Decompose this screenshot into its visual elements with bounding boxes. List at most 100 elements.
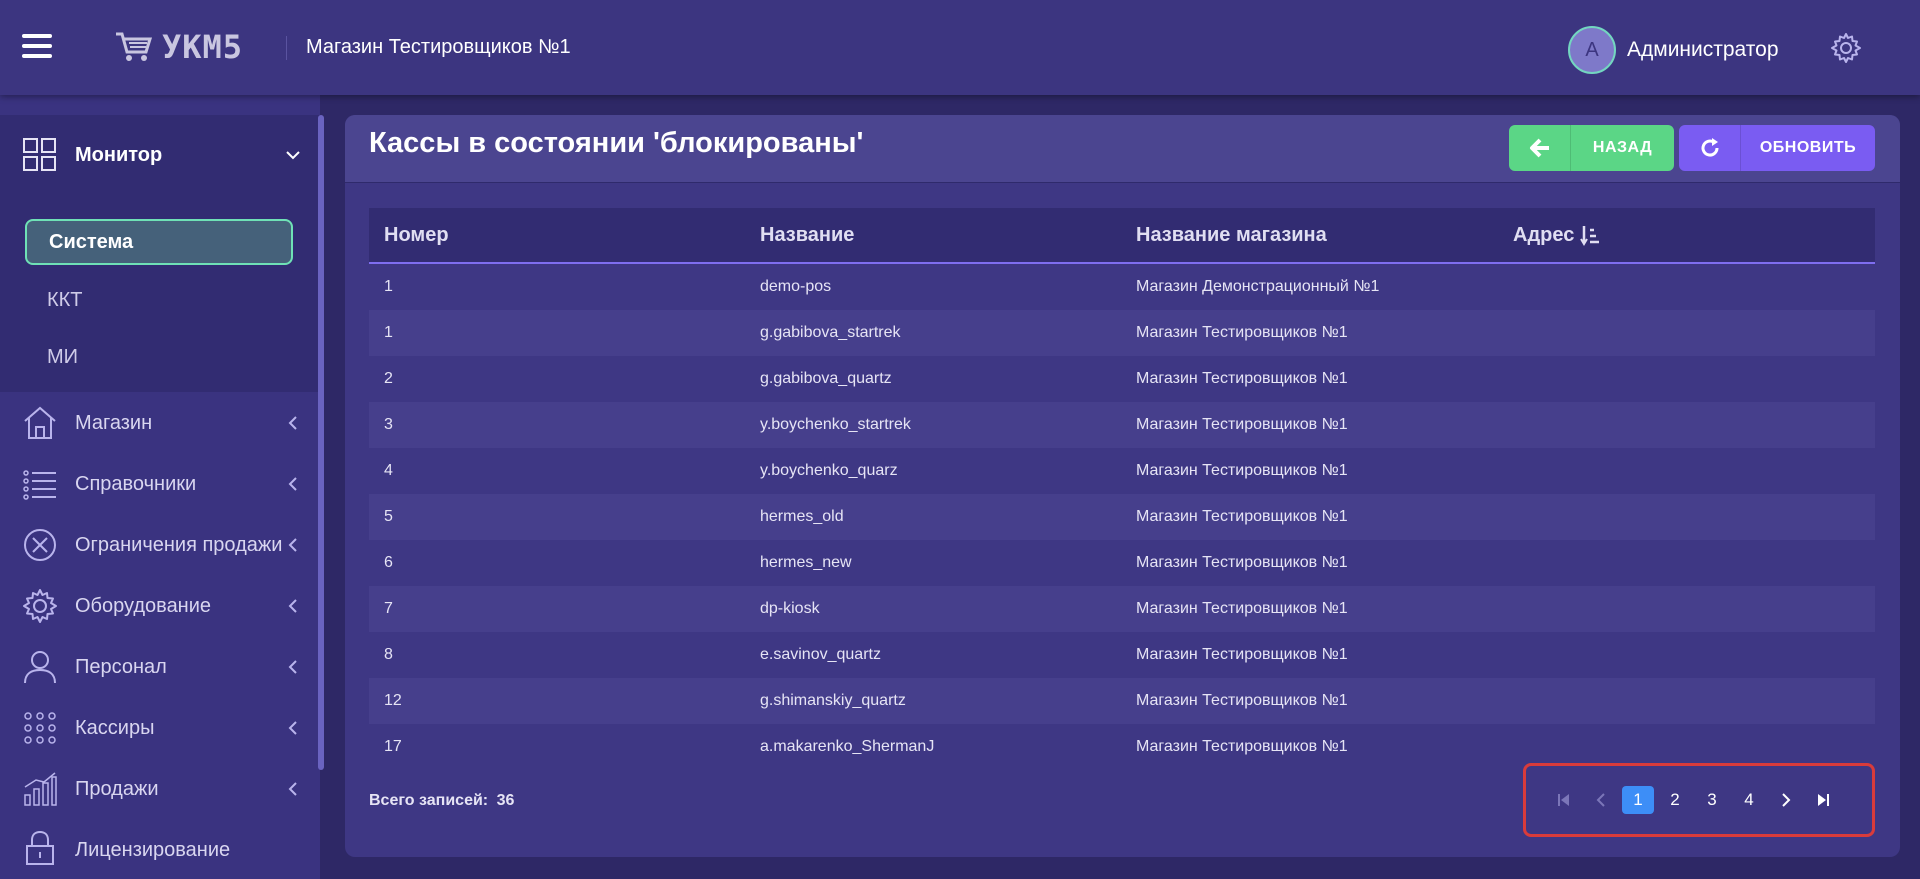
menu-toggle-icon[interactable] [22, 34, 52, 60]
chevron-down-icon [286, 151, 300, 160]
back-button[interactable]: НАЗАД [1509, 125, 1674, 171]
cell-store-name: Магазин Тестировщиков №1 [1136, 370, 1348, 387]
table-row[interactable]: 2 g.gabibova_quartz Магазин Тестировщиков … [369, 356, 1875, 402]
sidebar-item-cashiers[interactable]: Кассиры [0, 700, 320, 756]
user-name[interactable]: Администратор [1627, 38, 1779, 62]
sidebar-subitem-kkt[interactable]: ККТ [25, 277, 293, 323]
page-button-4[interactable]: 4 [1733, 786, 1765, 814]
sidebar-item-sales-restrictions[interactable]: Ограничения продажи [0, 517, 320, 573]
column-header-address[interactable]: Адрес [1498, 224, 1875, 247]
column-header-number[interactable]: Номер [369, 224, 745, 247]
dashboard-grid-icon [23, 138, 56, 171]
column-header-name[interactable]: Название [745, 224, 1121, 247]
lock-icon [26, 830, 54, 865]
chevron-left-icon [288, 477, 297, 491]
cell-number: 5 [384, 508, 393, 525]
chevron-left-icon [288, 721, 297, 735]
sidebar-item-label: Персонал [75, 655, 167, 678]
cell-number: 8 [384, 646, 393, 663]
sidebar-item-label: Справочники [75, 472, 197, 495]
chevron-left-icon [288, 660, 297, 674]
table-row[interactable]: 8 e.savinov_quartz Магазин Тестировщиков №… [369, 632, 1875, 678]
store-title: Магазин Тестировщиков №1 [306, 36, 571, 58]
arrow-left-icon [1509, 125, 1571, 171]
page-button-1[interactable]: 1 [1622, 786, 1654, 814]
cell-number: 7 [384, 600, 393, 617]
cell-number: 12 [384, 692, 402, 709]
sidebar-item-label: Оборудование [75, 594, 212, 617]
cell-name: g.gabibova_startrek [760, 324, 901, 341]
header-divider [286, 36, 287, 60]
table-row[interactable]: 7 dp-kiosk Магазин Тестировщиков №1 [369, 586, 1875, 632]
sidebar-item-licensing[interactable]: Лицензирование [0, 822, 320, 878]
sort-ascending-icon[interactable] [1580, 224, 1600, 246]
total-label: Всего записей: [369, 792, 489, 809]
sidebar-item-label: Кассиры [75, 716, 155, 739]
table-row[interactable]: 1 g.gabibova_startrek Магазин Тестировщико… [369, 310, 1875, 356]
main-panel: Кассы в состоянии 'блокированы' НАЗАД ОБ… [345, 115, 1900, 857]
page-button-2[interactable]: 2 [1659, 786, 1691, 814]
column-label: Название [760, 223, 855, 246]
sidebar-item-staff[interactable]: Персонал [0, 639, 320, 695]
page-title: Кассы в состоянии 'блокированы' [369, 127, 864, 159]
sidebar-item-label: Монитор [75, 143, 163, 166]
cell-store-name: Магазин Тестировщиков №1 [1136, 462, 1348, 479]
next-page-icon[interactable] [1770, 786, 1802, 814]
sidebar-item-equipment[interactable]: Оборудование [0, 578, 320, 634]
sidebar-item-label: Лицензирование [75, 838, 231, 861]
cell-number: 17 [384, 738, 402, 755]
app-logo[interactable]: УКМ5 [114, 28, 243, 66]
registers-table: Номер Название Название магазина Адрес 1… [369, 208, 1875, 770]
table-row[interactable]: 6 hermes_new Магазин Тестировщиков №1 [369, 540, 1875, 586]
cell-number: 4 [384, 462, 393, 479]
table-row[interactable]: 3 y.boychenko_startrek Магазин Тестировщик… [369, 402, 1875, 448]
column-header-store-name[interactable]: Название магазина [1121, 224, 1498, 247]
sidebar-item-directories[interactable]: Справочники [0, 456, 320, 512]
cell-number: 6 [384, 554, 393, 571]
cart-icon [116, 32, 153, 61]
refresh-button[interactable]: ОБНОВИТЬ [1679, 125, 1875, 171]
sidebar-item-label: Магазин [75, 411, 153, 434]
prev-page-icon[interactable] [1585, 786, 1617, 814]
sidebar-scrollbar[interactable] [318, 115, 324, 770]
cell-number: 2 [384, 370, 393, 387]
cell-name: e.savinov_quartz [760, 646, 881, 663]
sidebar-subitem-system[interactable]: Система [25, 219, 293, 265]
cell-store-name: Магазин Тестировщиков №1 [1136, 554, 1348, 571]
dots-grid-icon [24, 712, 56, 744]
cell-store-name: Магазин Тестировщиков №1 [1136, 324, 1348, 341]
column-label: Адрес [1513, 223, 1575, 246]
table-row[interactable]: 12 g.shimanskiy_quartz Магазин Тестировщик… [369, 678, 1875, 724]
restriction-icon [24, 529, 56, 561]
table-row[interactable]: 5 hermes_old Магазин Тестировщиков №1 [369, 494, 1875, 540]
sidebar-item-monitor[interactable]: Монитор [0, 127, 320, 183]
back-button-label: НАЗАД [1592, 139, 1653, 156]
table-row[interactable]: 1 demo-pos Магазин Демонстрационный №1 [369, 264, 1875, 310]
cell-name: a.makarenko_ShermanJ [760, 738, 935, 755]
cell-name: g.gabibova_quartz [760, 370, 892, 387]
store-icon [24, 406, 56, 439]
chevron-left-icon [288, 599, 297, 613]
logo-text: УКМ5 [162, 28, 244, 66]
sidebar-item-store[interactable]: Магазин [0, 395, 320, 451]
table-body: 1 demo-pos Магазин Демонстрационный №1 1 g.… [369, 264, 1875, 770]
page-button-3[interactable]: 3 [1696, 786, 1728, 814]
cell-store-name: Магазин Тестировщиков №1 [1136, 508, 1348, 525]
avatar[interactable]: А [1568, 26, 1616, 74]
cell-name: y.boychenko_startrek [760, 416, 911, 433]
top-header: УКМ5 Магазин Тестировщиков №1 А Админист… [0, 0, 1920, 95]
cell-store-name: Магазин Тестировщиков №1 [1136, 692, 1348, 709]
cell-name: hermes_old [760, 508, 844, 525]
sidebar-item-label: Продажи [75, 777, 159, 800]
settings-gear-icon[interactable] [1830, 32, 1862, 64]
table-row[interactable]: 4 y.boychenko_quarz Магазин Тестировщиков … [369, 448, 1875, 494]
sidebar-item-sales[interactable]: Продажи [0, 761, 320, 817]
sidebar-subitem-mi[interactable]: МИ [25, 334, 293, 380]
total-records: Всего записей: 36 [369, 792, 514, 810]
cell-name: dp-kiosk [760, 600, 820, 617]
first-page-icon[interactable] [1548, 786, 1580, 814]
last-page-icon[interactable] [1807, 786, 1839, 814]
chevron-left-icon [288, 782, 297, 796]
cell-number: 3 [384, 416, 393, 433]
refresh-button-label: ОБНОВИТЬ [1759, 139, 1857, 156]
